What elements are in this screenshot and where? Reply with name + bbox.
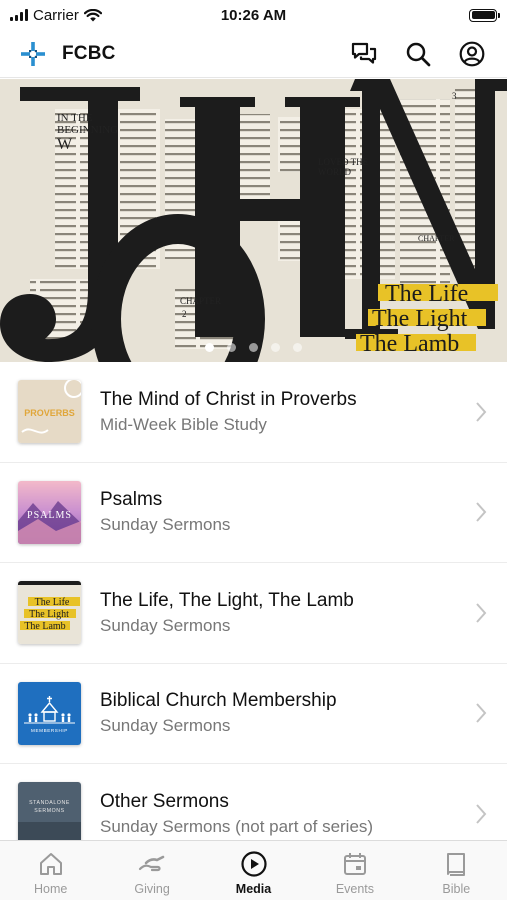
proverbs-artwork: PROVERBS [18, 380, 81, 444]
hero-page-text-8: CHAPTER [418, 234, 455, 243]
status-time: 10:26 AM [220, 6, 287, 24]
hero-page-text-7: 2 [182, 309, 187, 319]
hero-page-text-2: BEGINNING [57, 124, 118, 136]
standalone-thumb-line-1: STANDALONE [29, 800, 70, 806]
series-title: Psalms [100, 489, 163, 511]
series-title: The Mind of Christ in Proverbs [100, 388, 357, 410]
wifi-icon [83, 8, 102, 21]
series-item-psalms[interactable]: PSALMS Psalms Sunday Sermons [0, 463, 507, 563]
status-right [327, 8, 500, 22]
hero-page-text-3: W [57, 136, 73, 153]
series-thumbnail: PROVERBS [18, 380, 81, 444]
chevron-right-icon [473, 601, 489, 625]
membership-artwork: MEMBERSHIP [18, 681, 81, 745]
header-actions [349, 39, 487, 69]
carousel-dot[interactable] [249, 343, 258, 352]
series-text: Psalms Sunday Sermons [100, 489, 473, 535]
series-list: PROVERBS The Mind of Christ in Proverbs … [0, 362, 507, 840]
series-title: Other Sermons [100, 790, 229, 812]
proverbs-thumb-label: PROVERBS [24, 408, 75, 418]
tab-bar: Home Giving Media Events Bible [0, 840, 507, 900]
series-subtitle: Mid-Week Bible Study [100, 414, 267, 434]
battery-icon [469, 8, 500, 22]
psalms-thumb-label: PSALMS [27, 510, 72, 521]
hero-page-text-1: IN THE [57, 112, 93, 124]
lll-thumb-line-1: The Life [35, 597, 70, 608]
calendar-icon [340, 850, 370, 878]
carousel-dot[interactable] [227, 343, 236, 352]
tab-events[interactable]: Events [304, 841, 405, 900]
hero-page-text-9: 3 [452, 91, 457, 101]
tab-label: Giving [134, 882, 170, 896]
series-title: Biblical Church Membership [100, 690, 337, 712]
chevron-right-icon [473, 802, 489, 826]
series-thumbnail: MEMBERSHIP [18, 681, 81, 745]
tab-label: Events [335, 882, 375, 896]
tab-home[interactable]: Home [0, 841, 101, 900]
chevron-right-icon [473, 701, 489, 725]
home-icon [36, 850, 66, 878]
search-button[interactable] [403, 39, 433, 69]
series-text: The Life, The Light, The Lamb Sunday Ser… [100, 590, 473, 636]
tab-bible[interactable]: Bible [406, 841, 507, 900]
hero-page-text-5: WORLD [318, 167, 351, 177]
series-item-proverbs[interactable]: PROVERBS The Mind of Christ in Proverbs … [0, 362, 507, 463]
series-text: Biblical Church Membership Sunday Sermon… [100, 690, 473, 736]
series-item-life-light-lamb[interactable]: The Life The Light The Lamb The Life, Th… [0, 563, 507, 664]
chevron-right-icon [473, 500, 489, 524]
play-icon [239, 850, 269, 878]
chat-button[interactable] [349, 39, 379, 69]
series-text: Other Sermons Sunday Sermons (not part o… [100, 791, 473, 837]
signal-icon [10, 9, 28, 21]
series-subtitle: Sunday Sermons (not part of series) [100, 816, 374, 836]
profile-button[interactable] [457, 39, 487, 69]
status-left: Carrier [10, 7, 180, 24]
lll-thumb-line-3: The Lamb [24, 621, 65, 632]
status-bar: Carrier 10:26 AM [0, 0, 507, 30]
lll-thumb-line-2: The Light [29, 609, 69, 620]
chat-icon [351, 42, 377, 64]
series-subtitle: Sunday Sermons [100, 615, 231, 635]
giving-icon [137, 850, 167, 878]
app-header: FCBC [0, 30, 507, 78]
profile-icon [459, 41, 485, 66]
carousel-dots [0, 343, 507, 352]
standalone-artwork: STANDALONE SERMONS [18, 782, 81, 840]
tab-media[interactable]: Media [203, 841, 304, 900]
series-subtitle: Sunday Sermons [100, 716, 231, 736]
psalms-artwork: PSALMS [18, 480, 81, 544]
brand[interactable]: FCBC [20, 41, 349, 67]
hero-tagline-1: The Life [385, 281, 468, 307]
book-icon [441, 850, 471, 878]
series-title: The Life, The Light, The Lamb [100, 589, 354, 611]
search-icon [406, 42, 431, 66]
carousel-dot[interactable] [293, 343, 302, 352]
series-item-membership[interactable]: MEMBERSHIP Biblical Church Membership Su… [0, 664, 507, 764]
hero-artwork: IN THE BEGINNING W LOVED THE WORLD CHAPT… [0, 79, 507, 362]
hero-page-text-4: LOVED THE [318, 157, 369, 167]
tab-giving[interactable]: Giving [101, 841, 202, 900]
life-light-lamb-artwork: The Life The Light The Lamb [18, 581, 81, 645]
carousel-dot[interactable] [271, 343, 280, 352]
series-thumbnail: PSALMS [18, 480, 81, 544]
carrier-label: Carrier [33, 6, 79, 24]
hero-tagline-2: The Light [372, 306, 468, 332]
series-thumbnail: The Life The Light The Lamb [18, 581, 81, 645]
carousel-dot[interactable] [205, 343, 214, 352]
cross-logo-icon [21, 41, 45, 66]
tab-label: Home [34, 882, 68, 896]
chevron-right-icon [473, 400, 489, 424]
standalone-thumb-line-2: SERMONS [34, 808, 64, 814]
hero-banner[interactable]: IN THE BEGINNING W LOVED THE WORLD CHAPT… [0, 79, 507, 362]
series-text: The Mind of Christ in Proverbs Mid-Week … [100, 389, 473, 435]
series-subtitle: Sunday Sermons [100, 515, 231, 535]
tab-label: Media [235, 882, 272, 896]
series-thumbnail: STANDALONE SERMONS [18, 782, 81, 840]
series-item-other-sermons[interactable]: STANDALONE SERMONS Other Sermons Sunday … [0, 764, 507, 840]
app-title: FCBC [62, 42, 116, 64]
hero-page-text-6: CHAPTER [180, 296, 221, 306]
membership-thumb-label: MEMBERSHIP [31, 728, 68, 733]
tab-label: Bible [442, 882, 471, 896]
